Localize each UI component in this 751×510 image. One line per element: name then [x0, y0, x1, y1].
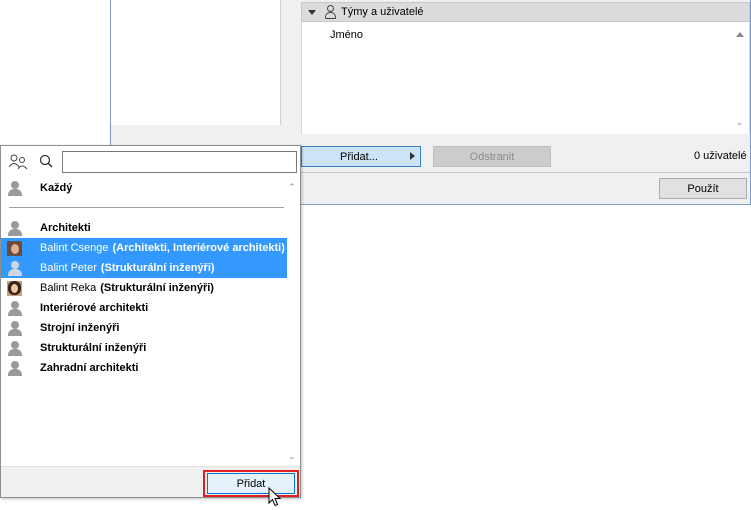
scroll-down-icon[interactable]: ⌄: [288, 451, 296, 462]
list-divider: [9, 207, 284, 208]
popup-toolbar: [1, 146, 300, 178]
list-item-label: Strukturální inženýři: [40, 342, 147, 354]
generic-user-icon: [7, 300, 22, 316]
apply-button[interactable]: Použít: [659, 178, 747, 199]
user-count: 0 uživatelé: [694, 150, 747, 162]
scroll-down-icon[interactable]: ⌄: [736, 117, 744, 128]
generic-user-icon: [7, 360, 22, 376]
divider: [301, 172, 750, 173]
list-item-label: Architekti: [40, 222, 91, 234]
list-item-everyone[interactable]: Každý: [1, 178, 287, 198]
list-item-label: Každý: [40, 182, 73, 194]
search-icon: [39, 154, 53, 168]
list-item-label: Balint Peter: [40, 262, 97, 274]
list-item-groups: (Strukturální inženýři): [100, 282, 214, 294]
list-item-zahradni-architekti[interactable]: Zahradní architekti: [1, 358, 287, 378]
generic-user-icon: [7, 340, 22, 356]
list-item-label: Zahradní architekti: [40, 362, 139, 374]
list-item-strojni-inzenyri[interactable]: Strojní inženýři: [1, 318, 287, 338]
section-title: Týmy a uživatelé: [341, 6, 424, 18]
user-photo-icon: [7, 240, 22, 256]
list-item-groups: (Strukturální inženýři): [100, 262, 215, 274]
collapse-triangle-icon[interactable]: [308, 9, 316, 15]
panel-gutter: [281, 0, 301, 140]
list-item-strukturalni-inzenyri[interactable]: Strukturální inženýři: [1, 338, 287, 358]
list-item-label: Interiérové architekti: [40, 302, 149, 314]
remove-button[interactable]: Odstranit: [433, 146, 551, 167]
user-picker-popup: Každý Architekti Balint Csenge (Architek…: [0, 145, 301, 498]
list-item-balint-csenge[interactable]: Balint Csenge (Architekti, Interiérové a…: [1, 238, 287, 258]
popup-footer: Přidat: [1, 466, 300, 497]
add-menu-button-label: Přidat...: [340, 150, 378, 163]
generic-user-icon: [7, 180, 22, 196]
list-item-label: Balint Reka: [40, 282, 97, 294]
search-input[interactable]: [62, 151, 297, 173]
users-list[interactable]: Jméno ⌄: [301, 22, 750, 134]
group-filter-icon[interactable]: [8, 154, 28, 170]
list-item-architekti[interactable]: Architekti: [1, 218, 287, 238]
add-menu-button[interactable]: Přidat...: [301, 146, 421, 167]
scroll-up-icon[interactable]: ⌃: [288, 182, 296, 193]
column-header-name[interactable]: Jméno: [330, 29, 363, 41]
list-item-label: Balint Csenge: [40, 242, 109, 254]
generic-user-icon: [7, 220, 22, 236]
teams-users-section-header[interactable]: Týmy a uživatelé: [301, 2, 750, 22]
list-item-groups: (Architekti, Interiérové architekti): [112, 242, 285, 254]
user-photo-icon: [7, 280, 22, 296]
list-item-balint-peter[interactable]: Balint Peter (Strukturální inženýři): [1, 258, 287, 278]
list-item-label: Strojní inženýři: [40, 322, 120, 334]
scroll-up-icon[interactable]: [736, 32, 744, 37]
generic-user-icon: [7, 320, 22, 336]
popup-list-scrollbar[interactable]: ⌃ ⌄: [286, 178, 298, 464]
generic-user-icon: [7, 260, 22, 276]
left-panel: [111, 0, 281, 125]
users-list-scrollbar[interactable]: ⌄: [733, 22, 747, 134]
list-item-interierove-architekti[interactable]: Interiérové architekti: [1, 298, 287, 318]
submenu-arrow-icon: [410, 152, 415, 160]
mouse-cursor-icon: [268, 487, 282, 507]
person-icon: [324, 5, 337, 19]
list-item-balint-reka[interactable]: Balint Reka (Strukturální inženýři): [1, 278, 287, 298]
